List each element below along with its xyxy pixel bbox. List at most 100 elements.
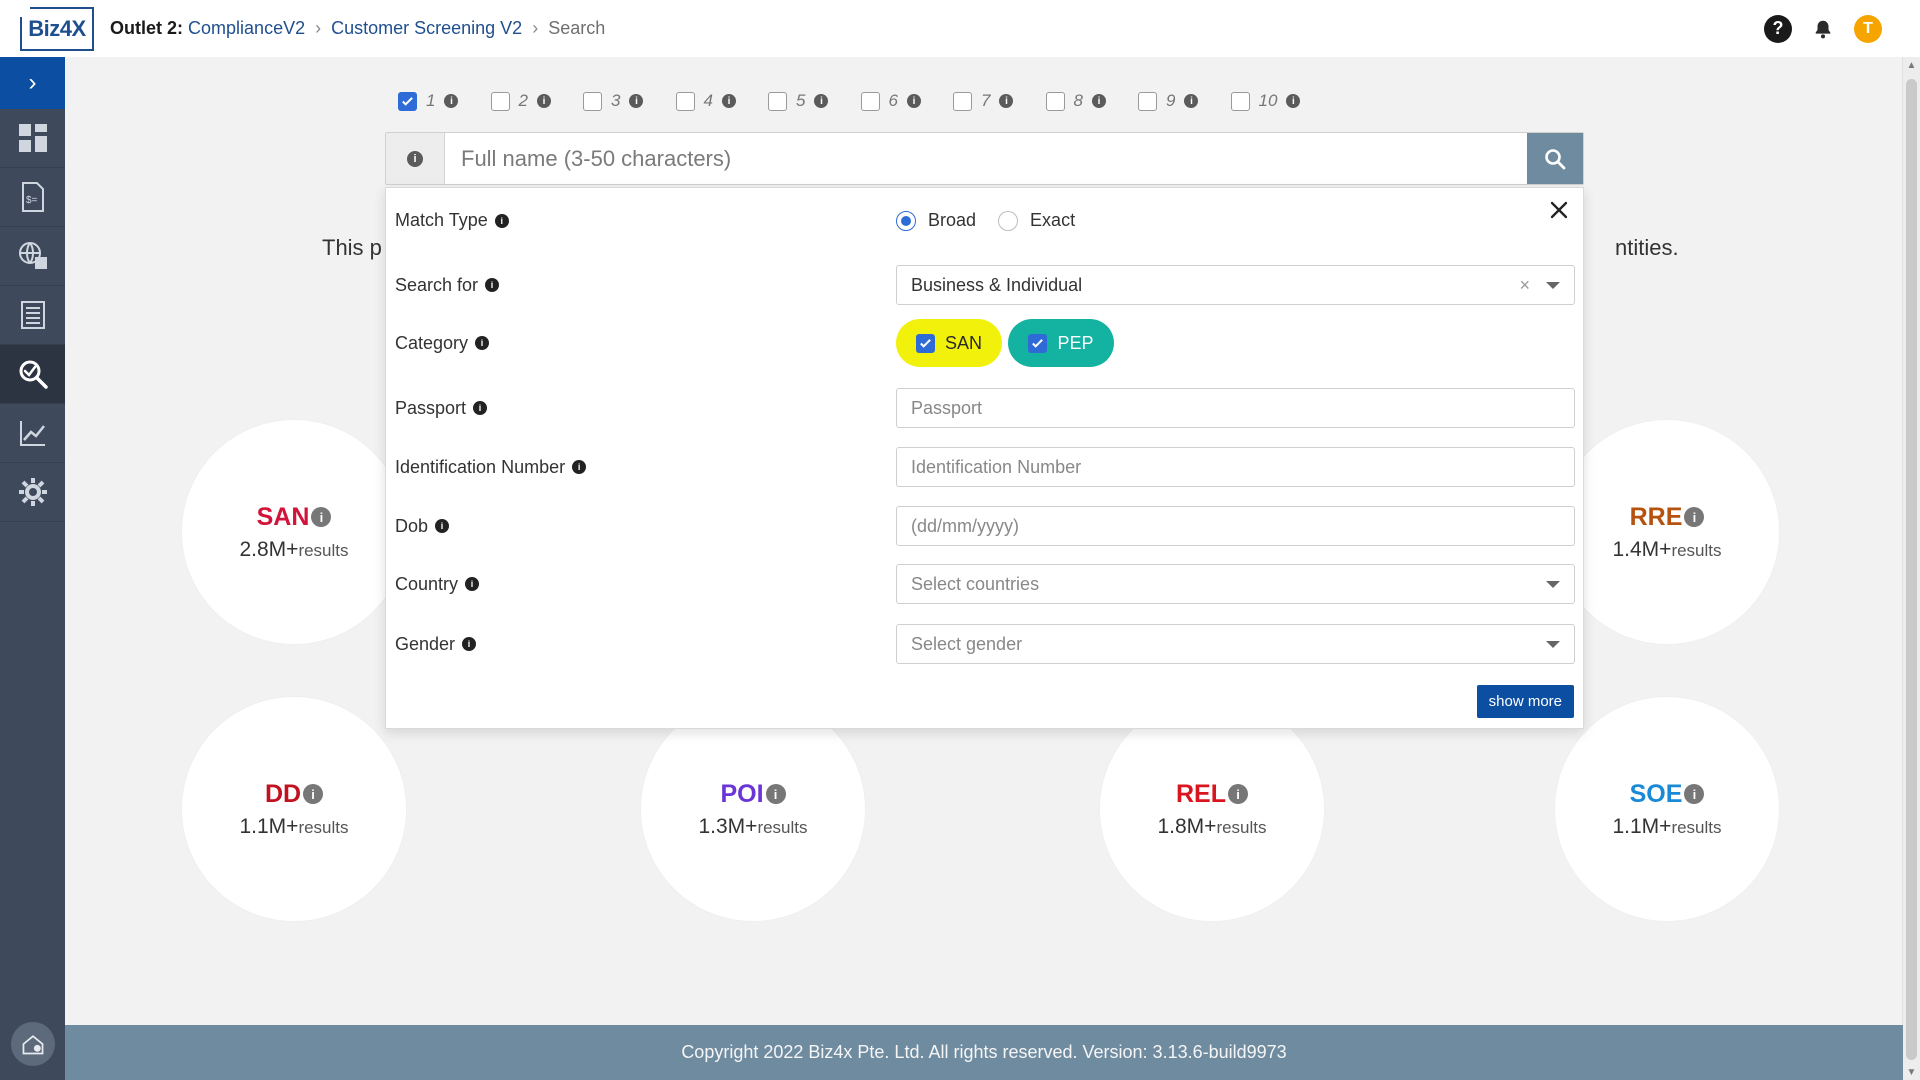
info-icon[interactable]: i <box>814 94 829 108</box>
sidebar-item-analytics[interactable] <box>0 404 65 463</box>
footer: Copyright 2022 Biz4x Pte. Ltd. All right… <box>65 1025 1903 1080</box>
slot-checkbox[interactable] <box>1138 91 1157 111</box>
chip-checkbox[interactable] <box>916 333 935 353</box>
search-button[interactable] <box>1527 133 1583 184</box>
info-icon[interactable]: i <box>311 507 332 527</box>
search-slot[interactable]: 7 i <box>953 91 1046 111</box>
category-circle-rre[interactable]: RRE i 1.4M+results <box>1555 420 1779 644</box>
slot-checkbox[interactable] <box>953 91 972 111</box>
category-circle-dd[interactable]: DD i 1.1M+results <box>182 697 406 921</box>
slot-checkbox[interactable] <box>675 91 695 111</box>
sidebar-item-accounting[interactable] <box>0 286 65 345</box>
sidebar-toggle-button[interactable]: › <box>0 57 65 109</box>
info-icon[interactable]: i <box>444 94 459 108</box>
chevron-down-icon[interactable] <box>1546 580 1560 588</box>
category-circle-rel[interactable]: REL i 1.8M+results <box>1100 697 1324 921</box>
category-circle-soe[interactable]: SOE i 1.1M+results <box>1555 697 1779 921</box>
info-icon[interactable]: i <box>572 460 587 474</box>
info-icon[interactable]: i <box>1684 507 1705 527</box>
info-icon[interactable]: i <box>1228 784 1248 804</box>
help-icon[interactable]: ? <box>1764 14 1792 43</box>
scrollbar-thumb[interactable] <box>1906 79 1917 1060</box>
info-icon[interactable]: i <box>485 278 500 292</box>
slot-label: 7 <box>981 91 991 110</box>
category-chip-san[interactable]: SAN <box>896 319 1003 367</box>
category-chip-pep[interactable]: PEP <box>1008 319 1114 367</box>
clear-icon[interactable]: × <box>1519 275 1530 296</box>
info-icon[interactable]: i <box>462 637 477 651</box>
identification-label-wrap: Identification Number i <box>395 447 887 487</box>
category-circle-san[interactable]: SAN i 2.8M+results <box>182 420 406 644</box>
slot-checkbox[interactable] <box>583 91 602 111</box>
info-icon[interactable]: i <box>475 336 490 350</box>
chevron-down-icon[interactable] <box>1546 640 1560 648</box>
search-slot[interactable]: 6 i <box>860 91 954 111</box>
search-slot[interactable]: 10 i <box>1230 91 1324 111</box>
sidebar-item-invoice[interactable]: $= <box>0 168 65 227</box>
search-slot[interactable]: 4 i <box>675 91 769 111</box>
sidebar-item-dashboard[interactable] <box>0 109 65 168</box>
country-select[interactable]: Select countries <box>896 564 1575 604</box>
passport-label: Passport <box>395 397 467 418</box>
biz4x-logo[interactable]: Biz4X <box>20 6 94 51</box>
info-icon[interactable]: i <box>536 94 551 108</box>
identification-number-field[interactable]: Identification Number <box>896 447 1575 487</box>
breadcrumb-module-link[interactable]: Customer Screening V2 <box>331 18 522 39</box>
search-slot[interactable]: 8 i <box>1045 91 1139 111</box>
slot-checkbox[interactable] <box>490 91 510 111</box>
home-settings-icon[interactable] <box>10 1022 55 1066</box>
info-icon[interactable]: i <box>1286 94 1301 108</box>
slot-checkbox[interactable] <box>860 91 880 111</box>
search-slot[interactable]: 1 i <box>398 91 491 111</box>
slot-label: 9 <box>1166 91 1176 110</box>
match-type-exact-label[interactable]: Exact <box>1030 210 1075 231</box>
gender-select[interactable]: Select gender <box>896 624 1575 664</box>
info-icon[interactable]: i <box>721 94 736 108</box>
match-type-exact-radio[interactable] <box>998 210 1019 231</box>
slot-checkbox[interactable] <box>768 91 787 111</box>
category-code: REL <box>1176 779 1226 808</box>
info-icon[interactable]: i <box>303 784 324 804</box>
sidebar-item-settings[interactable] <box>0 463 65 522</box>
scroll-up-arrow[interactable]: ▲ <box>1903 57 1920 73</box>
search-slot[interactable]: 2 i <box>490 91 584 111</box>
info-icon[interactable]: i <box>465 577 480 591</box>
match-type-broad-label[interactable]: Broad <box>928 210 976 231</box>
search-for-select[interactable]: Business & Individual × <box>896 265 1575 305</box>
slot-checkbox[interactable] <box>1045 91 1065 111</box>
search-slot[interactable]: 5 i <box>768 91 861 111</box>
info-icon[interactable]: i <box>435 519 450 533</box>
scrollbar[interactable]: ▲ ▼ <box>1902 57 1920 1080</box>
show-more-button[interactable]: show more <box>1476 685 1574 718</box>
info-icon[interactable]: i <box>629 94 644 108</box>
info-icon[interactable]: i <box>494 213 509 228</box>
chevron-down-icon[interactable] <box>1546 281 1560 289</box>
chip-checkbox[interactable] <box>1028 333 1048 353</box>
avatar[interactable]: T <box>1854 14 1882 43</box>
category-circle-poi[interactable]: POI i 1.3M+results <box>641 697 865 921</box>
search-slot[interactable]: 9 i <box>1138 91 1231 111</box>
search-slot[interactable]: 3 i <box>583 91 676 111</box>
match-type-broad-radio[interactable] <box>896 210 916 231</box>
search-bar: i <box>385 132 1584 185</box>
info-icon[interactable]: i <box>1184 94 1199 108</box>
bell-icon[interactable] <box>1812 16 1834 42</box>
info-icon[interactable]: i <box>473 401 488 415</box>
passport-row: Passport i Passport <box>395 388 1575 428</box>
info-icon[interactable]: i <box>999 94 1014 108</box>
info-icon[interactable]: i <box>906 94 921 108</box>
passport-field[interactable]: Passport <box>896 388 1575 428</box>
slot-checkbox[interactable] <box>1230 91 1250 111</box>
info-icon[interactable]: i <box>1684 784 1705 804</box>
scroll-down-arrow[interactable]: ▼ <box>1903 1064 1920 1080</box>
dob-field[interactable]: (dd/mm/yyyy) <box>896 506 1575 546</box>
info-icon[interactable]: i <box>1091 94 1106 108</box>
info-icon[interactable]: i <box>765 784 786 804</box>
slot-checkbox[interactable] <box>398 91 417 111</box>
breadcrumb-current: Search <box>548 18 606 38</box>
full-name-search-input[interactable] <box>445 133 1527 184</box>
sidebar-item-screening[interactable] <box>0 345 65 404</box>
sidebar-item-global[interactable] <box>0 227 65 286</box>
search-info-button[interactable]: i <box>386 133 445 184</box>
breadcrumb-outlet-link[interactable]: ComplianceV2 <box>188 18 305 38</box>
